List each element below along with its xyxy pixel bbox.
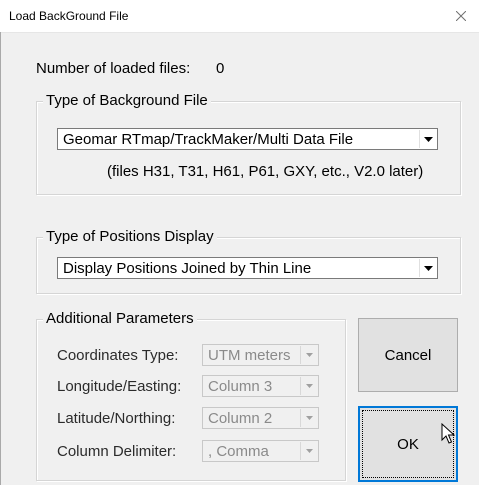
latitude-label: Latitude/Northing: bbox=[57, 410, 176, 427]
background-type-legend: Type of Background File bbox=[43, 92, 211, 109]
latitude-value: Column 2 bbox=[208, 410, 273, 427]
title-bar: Load BackGround File bbox=[0, 0, 479, 33]
mouse-pointer-icon bbox=[441, 423, 455, 444]
positions-display-legend: Type of Positions Display bbox=[43, 228, 217, 245]
longitude-select[interactable]: Column 3 bbox=[202, 375, 319, 397]
positions-display-dropdown-button[interactable] bbox=[419, 259, 436, 277]
coordinates-type-select[interactable]: UTM meters bbox=[202, 344, 319, 366]
window-title: Load BackGround File bbox=[9, 9, 129, 23]
positions-display-select[interactable]: Display Positions Joined by Thin Line bbox=[57, 257, 438, 279]
longitude-dropdown-button[interactable] bbox=[300, 377, 317, 395]
chevron-down-icon bbox=[305, 416, 313, 420]
background-type-value: Geomar RTmap/TrackMaker/Multi Data File bbox=[63, 131, 354, 148]
longitude-label: Longitude/Easting: bbox=[57, 378, 182, 395]
chevron-down-icon bbox=[305, 353, 313, 357]
chevron-down-icon bbox=[305, 384, 313, 388]
latitude-dropdown-button[interactable] bbox=[300, 409, 317, 427]
cancel-button[interactable]: Cancel bbox=[358, 318, 458, 392]
chevron-down-icon bbox=[423, 136, 433, 142]
coordinates-type-value: UTM meters bbox=[208, 347, 291, 364]
loaded-files-label: Number of loaded files: bbox=[36, 60, 191, 77]
additional-parameters-legend: Additional Parameters bbox=[43, 310, 197, 327]
chevron-down-icon bbox=[423, 265, 433, 271]
background-type-dropdown-button[interactable] bbox=[419, 130, 436, 148]
coordinates-type-label: Coordinates Type: bbox=[57, 347, 179, 364]
chevron-down-icon bbox=[305, 449, 313, 453]
background-type-select[interactable]: Geomar RTmap/TrackMaker/Multi Data File bbox=[57, 128, 438, 150]
loaded-files-count: 0 bbox=[216, 60, 225, 77]
longitude-value: Column 3 bbox=[208, 378, 273, 395]
background-type-note: (files H31, T31, H61, P61, GXY, etc., V2… bbox=[107, 163, 424, 180]
coordinates-type-dropdown-button[interactable] bbox=[300, 346, 317, 364]
window-border bbox=[0, 32, 1, 485]
close-icon bbox=[456, 11, 466, 21]
latitude-select[interactable]: Column 2 bbox=[202, 407, 319, 429]
delimiter-dropdown-button[interactable] bbox=[300, 442, 317, 460]
positions-display-value: Display Positions Joined by Thin Line bbox=[63, 260, 312, 277]
delimiter-value: , Comma bbox=[208, 443, 269, 460]
close-button[interactable] bbox=[443, 0, 479, 32]
delimiter-label: Column Delimiter: bbox=[57, 443, 177, 460]
delimiter-select[interactable]: , Comma bbox=[202, 440, 319, 462]
